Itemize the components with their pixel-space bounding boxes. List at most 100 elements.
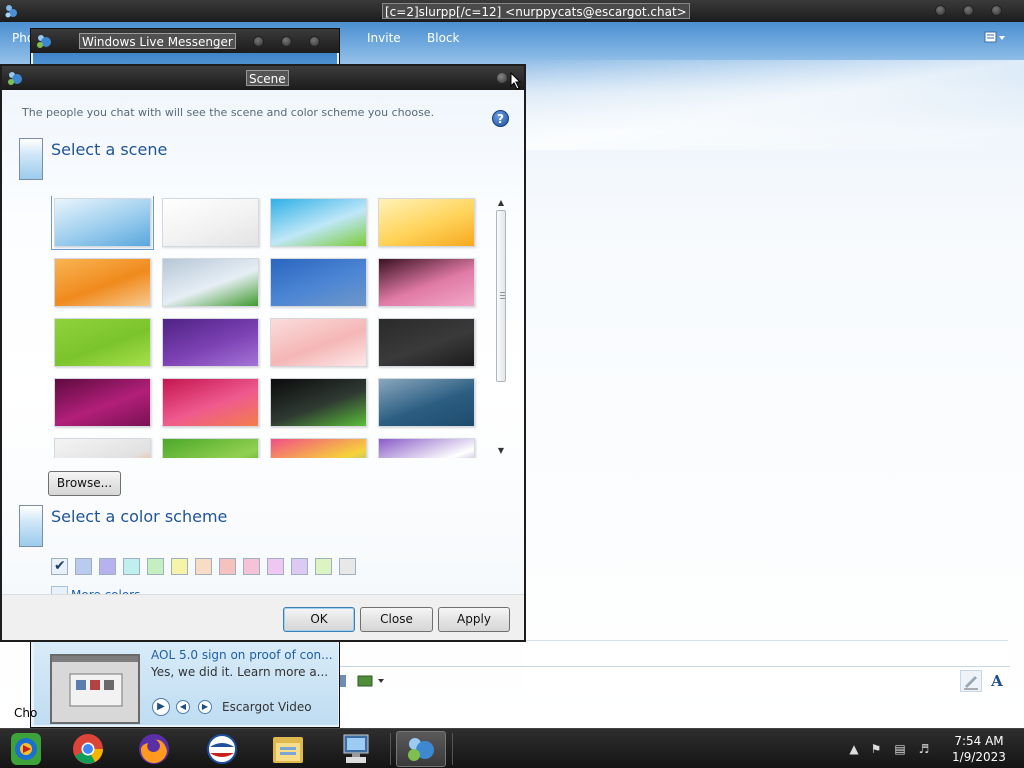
scene-titlebar[interactable]: Scene bbox=[2, 66, 524, 90]
play-icon[interactable]: ▶ bbox=[152, 698, 170, 716]
partial-label: Cho bbox=[14, 706, 38, 720]
scene-thumb-orange-tree[interactable] bbox=[378, 198, 475, 247]
color-swatch-salmon[interactable] bbox=[219, 558, 236, 575]
color-swatch-green[interactable] bbox=[147, 558, 164, 575]
close-window-button[interactable] bbox=[991, 5, 1002, 16]
chrome-icon bbox=[73, 734, 103, 764]
network-icon[interactable]: ▤ bbox=[892, 741, 908, 757]
scene-scrollbar[interactable]: ▲ − − − ▼ bbox=[494, 198, 508, 458]
scene-close-button[interactable] bbox=[497, 73, 507, 83]
file-explorer-task[interactable] bbox=[266, 731, 310, 767]
color-scheme-row: ✔ bbox=[51, 558, 361, 578]
scene-grid bbox=[50, 196, 510, 458]
media-center-task[interactable] bbox=[4, 731, 48, 767]
scene-thumb-white-clouds[interactable] bbox=[162, 198, 259, 247]
handwriting-button[interactable] bbox=[960, 670, 982, 692]
message-input-area[interactable] bbox=[524, 640, 1008, 694]
scene-thumb-purple-swirl[interactable] bbox=[162, 318, 259, 367]
clock[interactable]: 7:54 AM 1/9/2023 bbox=[944, 733, 1014, 765]
volume-icon[interactable]: ♬ bbox=[916, 741, 932, 757]
show-menu-icon[interactable] bbox=[984, 30, 1006, 46]
scene-thumb-green-bamboo[interactable] bbox=[162, 438, 259, 458]
conversation-title: [c=2]slurpp[/c=12] <nurppycats@escargot.… bbox=[382, 3, 690, 19]
video-description: Yes, we did it. Learn more a... bbox=[151, 665, 329, 679]
taskbar: ▲ ⚑ ▤ ♬ 7:54 AM 1/9/2023 bbox=[0, 728, 1024, 768]
next-icon[interactable]: ▶ bbox=[198, 700, 212, 714]
color-swatch-lime[interactable] bbox=[315, 558, 332, 575]
taskbar-separator bbox=[452, 733, 453, 765]
messenger-task[interactable] bbox=[396, 731, 446, 767]
color-swatch-aqua[interactable] bbox=[123, 558, 140, 575]
color-swatch-blue[interactable] bbox=[75, 558, 92, 575]
video-ad-panel[interactable]: AOL 5.0 sign on proof of con... Yes, we … bbox=[34, 639, 338, 725]
messenger-logo-icon bbox=[8, 72, 22, 85]
color-scheme-heading: Select a color scheme bbox=[51, 507, 228, 526]
scene-thumb-purple-cartoon[interactable] bbox=[378, 438, 475, 458]
conversation-titlebar[interactable]: [c=2]slurpp[/c=12] <nurppycats@escargot.… bbox=[0, 0, 1024, 22]
video-source[interactable]: Escargot Video bbox=[222, 699, 312, 715]
scene-thumb-magenta-heart[interactable] bbox=[54, 378, 151, 427]
scroll-thumb[interactable]: − − − bbox=[496, 210, 506, 382]
scene-content: The people you chat with will see the sc… bbox=[2, 90, 524, 603]
scene-thumb-orange-grass[interactable] bbox=[54, 258, 151, 307]
font-button[interactable]: A bbox=[986, 670, 1008, 692]
aol-task[interactable] bbox=[200, 731, 244, 767]
windows-media-center-icon bbox=[11, 733, 41, 765]
show-hidden-icons-icon[interactable]: ▲ bbox=[846, 741, 862, 757]
close-button[interactable]: Close bbox=[360, 607, 433, 632]
apply-button[interactable]: Apply bbox=[438, 607, 510, 632]
scene-thumb-white-orange[interactable] bbox=[54, 438, 151, 458]
action-center-flag-icon[interactable]: ⚑ bbox=[868, 741, 884, 757]
scene-thumb-colorful-pop[interactable] bbox=[270, 438, 367, 458]
menu-item-invite[interactable]: Invite bbox=[367, 30, 401, 46]
messenger-maximize-button[interactable] bbox=[281, 36, 292, 47]
ok-button[interactable]: OK bbox=[283, 607, 355, 632]
color-swatch-peach[interactable] bbox=[195, 558, 212, 575]
scene-title: Scene bbox=[246, 70, 289, 86]
previous-icon[interactable]: ◀ bbox=[176, 700, 190, 714]
scene-thumb-sky-blue[interactable] bbox=[51, 196, 154, 250]
browse-button[interactable]: Browse... bbox=[48, 471, 121, 496]
scene-thumb-red-burst[interactable] bbox=[162, 378, 259, 427]
color-swatch-yellow[interactable] bbox=[171, 558, 188, 575]
scene-thumb-dark-pattern[interactable] bbox=[378, 318, 475, 367]
help-icon[interactable]: ? bbox=[492, 110, 509, 127]
clock-time: 7:54 AM bbox=[954, 734, 1004, 748]
scroll-down-arrow-icon[interactable]: ▼ bbox=[494, 446, 508, 456]
maximize-button[interactable] bbox=[963, 5, 974, 16]
video-thumbnail[interactable] bbox=[50, 654, 140, 724]
scroll-up-arrow-icon[interactable]: ▲ bbox=[494, 198, 508, 208]
scene-thumb-pink-pattern[interactable] bbox=[378, 258, 475, 307]
scene-thumb-pink-blossom[interactable] bbox=[270, 318, 367, 367]
messenger-title: Windows Live Messenger bbox=[79, 33, 236, 49]
minimize-button[interactable] bbox=[935, 5, 946, 16]
grip-icon: − − − bbox=[499, 288, 506, 303]
scene-thumb-field-cloudy[interactable] bbox=[162, 258, 259, 307]
messenger-close-button[interactable] bbox=[309, 36, 320, 47]
checkmark-icon: ✔ bbox=[54, 558, 66, 574]
emoticon-toolbar[interactable] bbox=[336, 672, 396, 690]
color-swatch-violet[interactable] bbox=[99, 558, 116, 575]
clock-date: 1/9/2023 bbox=[952, 750, 1006, 764]
file-explorer-icon bbox=[273, 737, 303, 763]
background-sheen bbox=[520, 60, 1024, 150]
menu-item-block[interactable]: Block bbox=[427, 30, 459, 46]
color-swatch-lavender[interactable] bbox=[291, 558, 308, 575]
scene-thumb-lime-dots[interactable] bbox=[54, 318, 151, 367]
color-swatch-lilac[interactable] bbox=[267, 558, 284, 575]
chrome-task[interactable] bbox=[66, 731, 110, 767]
messenger-minimize-button[interactable] bbox=[253, 36, 264, 47]
scene-thumb-ocean-plane[interactable] bbox=[378, 378, 475, 427]
color-swatch-pink[interactable] bbox=[243, 558, 260, 575]
video-title[interactable]: AOL 5.0 sign on proof of con... bbox=[151, 647, 333, 663]
scene-thumb-blue-mountains[interactable] bbox=[270, 258, 367, 307]
scene-thumb-dark-green-wave[interactable] bbox=[270, 378, 367, 427]
scene-thumb-green-hill-sky[interactable] bbox=[270, 198, 367, 247]
firefox-task[interactable] bbox=[132, 731, 176, 767]
color-swatch-gray[interactable] bbox=[339, 558, 356, 575]
messenger-titlebar[interactable]: Windows Live Messenger bbox=[31, 29, 339, 53]
pen-icon bbox=[964, 676, 978, 690]
color-swatch-default[interactable]: ✔ bbox=[51, 558, 68, 575]
messenger-buddy-icon bbox=[5, 5, 17, 18]
network-task[interactable] bbox=[334, 731, 378, 767]
